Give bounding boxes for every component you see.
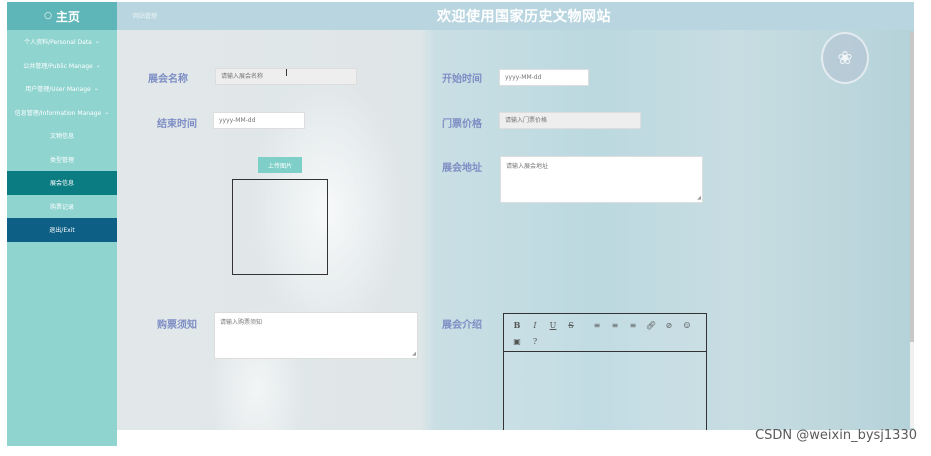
address-placeholder: 请输入展会地址 [506, 163, 549, 170]
resize-handle-icon[interactable]: ◢ [697, 195, 701, 201]
sidebar-item-5[interactable]: 类型管理 [7, 148, 117, 172]
sidebar-item-2[interactable]: 用户管理/User Manage ⌄ [7, 77, 117, 101]
chevron-down-icon: ⌄ [95, 61, 101, 69]
strikethrough-button[interactable]: S [564, 318, 578, 332]
rich-text-editor[interactable]: B I U S ≡ ≡ ≡ 🔗︎ ⊘ ☺ ▣ ? [503, 313, 707, 430]
end-time-input[interactable] [213, 112, 305, 129]
align-center-icon[interactable]: ≡ [608, 318, 622, 332]
help-button[interactable]: ? [528, 334, 542, 348]
align-right-icon[interactable]: ≡ [626, 318, 640, 332]
chevron-down-icon: ⌄ [94, 38, 100, 46]
address-textarea[interactable]: 请输入展会地址 ◢ [500, 156, 703, 203]
link-icon[interactable]: 🔗︎ [644, 318, 658, 332]
notice-textarea[interactable]: 请输入购票须知 ◢ [214, 312, 418, 359]
intro-label: 展会介绍 [442, 320, 482, 331]
align-left-icon[interactable]: ≡ [590, 318, 604, 332]
notice-placeholder: 请输入购票须知 [220, 319, 263, 326]
end-time-label: 结束时间 [157, 119, 197, 130]
sidebar-item-label: 类型管理 [49, 156, 74, 164]
editor-toolbar: B I U S ≡ ≡ ≡ 🔗︎ ⊘ ☺ ▣ ? [504, 314, 706, 352]
image-preview [232, 179, 328, 275]
watermark: CSDN @weixin_bysj1330 [755, 428, 917, 443]
home-link[interactable]: ○ 主页 [7, 2, 117, 30]
text-cursor-icon: I [285, 68, 288, 79]
sidebar-item-label: 信息管理/Information Manage [14, 109, 102, 117]
sidebar-item-label: 文物信息 [49, 133, 74, 141]
start-time-input[interactable] [499, 69, 589, 86]
bold-button[interactable]: B [510, 318, 524, 332]
chevron-down-icon: ⌄ [93, 85, 99, 93]
home-circle-icon: ○ [44, 11, 52, 21]
underline-button[interactable]: U [546, 318, 560, 332]
emoji-icon[interactable]: ☺ [680, 318, 694, 332]
sidebar-item-6[interactable]: 展会信息 [7, 171, 117, 195]
sidebar: 个人资料/Personal Data ⌄ 公共管理/Public Manage ⌄ 用户… [7, 30, 117, 446]
resize-handle-icon[interactable]: ◢ [412, 351, 416, 357]
start-time-label: 开始时间 [442, 74, 482, 85]
form-area: ❀ 展会名称 I 开始时间 结束时间 门票价格 上传图片 展会地址 请输入展会地… [117, 30, 914, 430]
sidebar-item-0[interactable]: 个人资料/Personal Data ⌄ [7, 30, 117, 54]
site-title: 欢迎使用国家历史文物网站 [437, 9, 611, 25]
unlink-icon[interactable]: ⊘ [662, 318, 676, 332]
sidebar-item-label: 个人资料/Personal Data [24, 39, 92, 47]
sidebar-item-3[interactable]: 信息管理/Information Manage ⌄ [7, 101, 117, 125]
upload-image-button[interactable]: 上传图片 [258, 157, 302, 173]
exhibition-name-label: 展会名称 [148, 74, 188, 85]
breadcrumb: 网站管理 [133, 13, 158, 20]
sidebar-item-label: 退出/Exit [49, 227, 75, 235]
notice-label: 购票须知 [157, 320, 197, 331]
sidebar-item-label: 展会信息 [49, 180, 74, 188]
home-label: 主页 [55, 9, 80, 24]
sidebar-item-8[interactable]: 退出/Exit [7, 218, 117, 242]
chevron-down-icon: ⌄ [104, 108, 110, 116]
sidebar-item-label: 公共管理/Public Manage [23, 62, 93, 70]
museum-seal-icon: ❀ [821, 32, 869, 84]
sidebar-item-label: 购票记录 [49, 203, 74, 211]
ticket-price-input[interactable] [499, 112, 641, 129]
sidebar-item-7[interactable]: 购票记录 [7, 195, 117, 219]
sidebar-item-1[interactable]: 公共管理/Public Manage ⌄ [7, 54, 117, 78]
italic-button[interactable]: I [528, 318, 542, 332]
vertical-scrollbar[interactable] [910, 32, 914, 428]
image-icon[interactable]: ▣ [510, 334, 524, 348]
top-bar: ○ 主页 网站管理 欢迎使用国家历史文物网站 [7, 2, 914, 30]
ticket-price-label: 门票价格 [442, 119, 482, 130]
app-window: ○ 主页 网站管理 欢迎使用国家历史文物网站 个人资料/Personal Dat… [7, 2, 914, 446]
sidebar-item-4[interactable]: 文物信息 [7, 124, 117, 148]
scrollbar-thumb[interactable] [910, 32, 914, 342]
address-label: 展会地址 [442, 163, 482, 174]
sidebar-item-label: 用户管理/User Manage [25, 86, 91, 94]
